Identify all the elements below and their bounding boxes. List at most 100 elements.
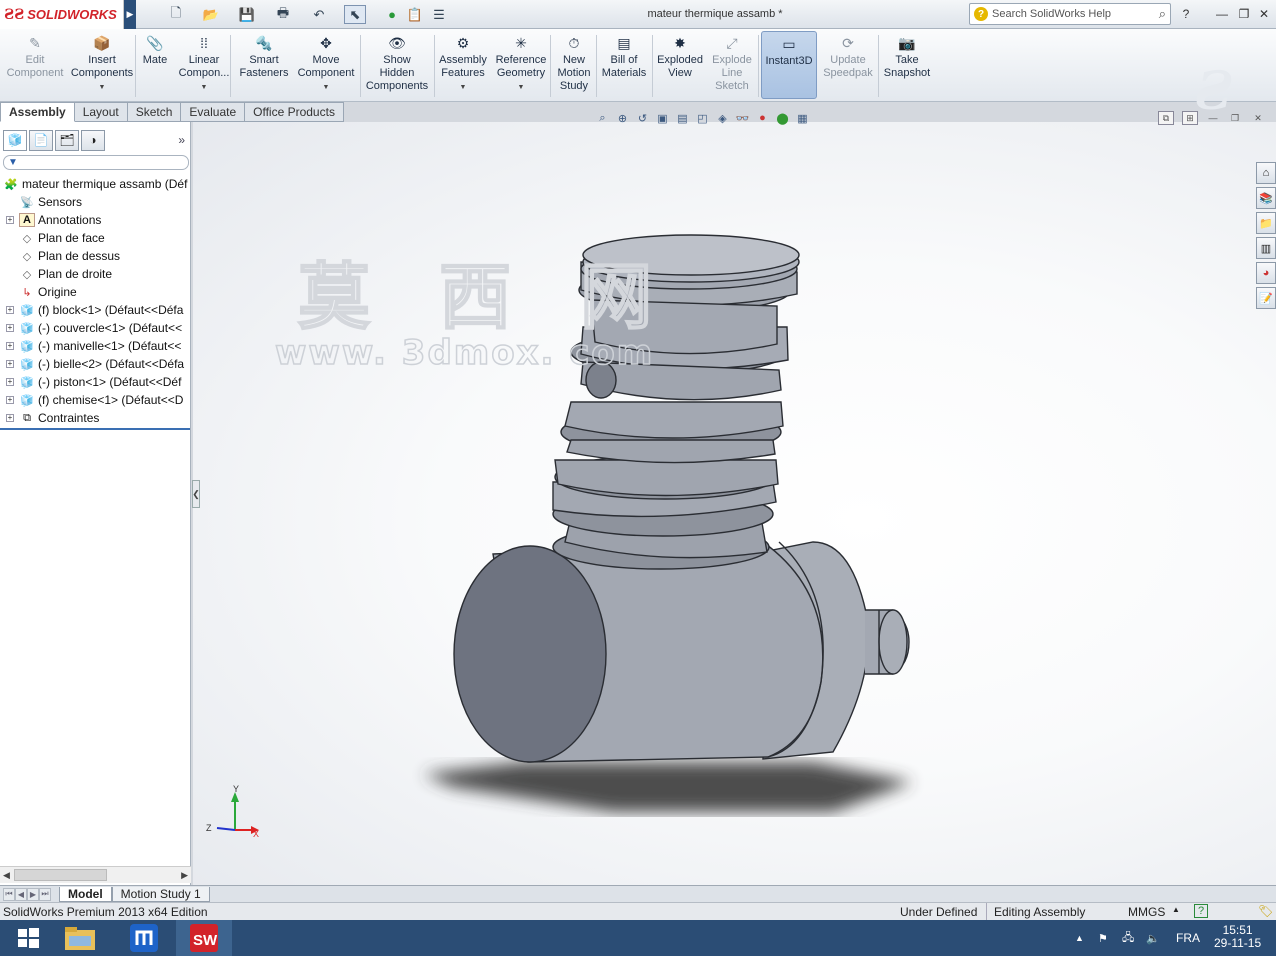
new-motion-study-button[interactable]: ⏱ New Motion Study [555,31,593,99]
file-explorer-icon[interactable]: 📁 [1256,212,1276,234]
previous-view-icon[interactable]: ↺ [634,110,651,126]
search-icon[interactable]: ⌕ [1159,6,1166,22]
minimize-icon[interactable]: — [1212,5,1232,23]
assembly-features-button[interactable]: ⚙ Assembly Features ▼ [437,31,489,99]
input-language[interactable]: FRA [1176,920,1200,956]
viewport-split-icon[interactable]: ⧉ [1158,111,1174,125]
menu-flyout-arrow-icon[interactable]: ▶ [124,0,136,29]
display-manager-tab-icon[interactable]: ◑ [81,129,105,151]
next-tab-icon[interactable]: ▶ [27,887,39,901]
units-arrow-icon[interactable]: ▲ [1172,905,1180,914]
tree-item[interactable]: + 🧊 (f) block<1> (Défaut<<Défa [0,301,191,319]
close-icon[interactable]: ✕ [1254,5,1274,23]
doc-close-icon[interactable]: ✕ [1250,111,1266,125]
save-icon[interactable]: 💾 [236,5,258,24]
system-clock[interactable]: 15:51 29-11-15 [1214,924,1261,950]
tree-root[interactable]: 🧩 mateur thermique assamb (Déf [0,175,191,193]
explode-line-sketch-button[interactable]: ⤢ Explode Line Sketch [708,31,756,99]
prev-tab-icon[interactable]: ◀ [15,887,27,901]
tab-motion-study-1[interactable]: Motion Study 1 [111,886,210,902]
edit-appearance-icon[interactable]: ● [754,110,771,126]
quick-tips-button[interactable]: ? [1194,904,1208,918]
tag-icon[interactable]: 🏷 [1258,904,1273,918]
tree-item[interactable]: + 🧊 (-) couvercle<1> (Défaut<< [0,319,191,337]
tab-model[interactable]: Model [59,886,112,902]
view-orientation-icon[interactable]: ◰ [694,110,711,126]
volume-icon[interactable]: 🔈 [1146,920,1160,956]
take-snapshot-button[interactable]: 📷 Take Snapshot [878,31,936,99]
last-tab-icon[interactable]: ⏭ [39,887,51,901]
select-pointer-icon[interactable]: ⬉ [344,5,366,24]
restore-icon[interactable]: ❐ [1234,5,1254,23]
expand-icon[interactable]: + [6,306,14,314]
rollback-bar[interactable] [0,428,190,430]
insert-components-button[interactable]: 📦 Insert Components ▼ [70,31,134,99]
scroll-left-icon[interactable]: ◀ [3,870,10,881]
appearances-icon[interactable]: ◕ [1256,262,1276,284]
view-palette-icon[interactable]: ▥ [1256,237,1276,259]
reference-geometry-button[interactable]: ✳ Reference Geometry ▼ [492,31,550,99]
expand-panel-icon[interactable]: » [178,133,185,147]
action-center-icon[interactable]: ⚑ [1098,920,1108,956]
dropdown-arrow-icon[interactable]: ▼ [201,81,208,94]
engine-block[interactable] [453,541,910,763]
edit-component-button[interactable]: ✎ Edit Component [2,31,68,99]
tab-office-products[interactable]: Office Products [245,102,344,122]
panel-splitter-handle[interactable]: ❮ [192,480,200,508]
first-tab-icon[interactable]: ⏮ [3,887,15,901]
featuremanager-tab-icon[interactable]: 🧊 [3,129,27,151]
rebuild-icon[interactable]: ● [381,5,403,24]
windows-start-icon[interactable] [0,920,56,956]
viewport-link-icon[interactable]: ⊞ [1182,111,1198,125]
instant3d-button[interactable]: ▭ Instant3D [761,31,817,99]
exploded-view-button[interactable]: ✸ Exploded View [654,31,706,99]
dropdown-arrow-icon[interactable]: ▼ [99,81,106,94]
expand-icon[interactable]: + [6,360,14,368]
tab-assembly[interactable]: Assembly [0,102,75,122]
tray-overflow-icon[interactable]: ▲ [1075,920,1084,956]
dropdown-arrow-icon[interactable]: ▼ [518,81,525,94]
file-properties-icon[interactable]: 📋 [404,5,426,24]
tree-filter-input[interactable]: ▼ [3,155,189,170]
tree-item[interactable]: + 🧊 (f) chemise<1> (Défaut<<D [0,391,191,409]
tree-item[interactable]: + 🧊 (-) piston<1> (Défaut<<Déf [0,373,191,391]
expand-icon[interactable]: + [6,342,14,350]
tree-item[interactable]: + A Annotations [0,211,191,229]
tab-sketch[interactable]: Sketch [127,102,182,122]
zoom-to-area-icon[interactable]: ⊕ [614,110,631,126]
panel-horizontal-scrollbar[interactable]: ◀ ▶ [0,866,191,883]
bill-of-materials-button[interactable]: ▤ Bill of Materials [598,31,650,99]
expand-icon[interactable]: + [6,324,14,332]
custom-properties-icon[interactable]: 📝 [1256,287,1276,309]
expand-icon[interactable]: + [6,396,14,404]
dropdown-arrow-icon[interactable]: ▼ [460,81,467,94]
new-document-icon[interactable]: 🗋 [165,5,187,24]
solidworks-taskbar-icon[interactable]: SW [176,920,232,956]
display-style-icon[interactable]: ◈ [714,110,731,126]
unit-system-selector[interactable]: MMGS [1128,905,1165,919]
tree-item[interactable]: + ⧉ Contraintes [0,409,191,427]
mate-button[interactable]: 📎 Mate [137,31,173,99]
expand-icon[interactable]: + [6,378,14,386]
options-icon[interactable]: ☰ [428,5,450,24]
help-search-input[interactable]: ? Search SolidWorks Help ⌕ [969,3,1171,25]
configurationmanager-tab-icon[interactable]: 🗂 [55,129,79,151]
propertymanager-tab-icon[interactable]: 📄 [29,129,53,151]
design-library-icon[interactable]: 📚 [1256,187,1276,209]
undo-icon[interactable]: ↶ [308,5,330,24]
print-icon[interactable]: 🖶 [272,5,294,24]
dropdown-arrow-icon[interactable]: ▼ [323,81,330,94]
show-hidden-components-button[interactable]: 👁 Show Hidden Components [362,31,432,99]
doc-minimize-icon[interactable]: — [1205,111,1221,125]
scroll-right-icon[interactable]: ▶ [181,870,188,881]
solidworks-resources-icon[interactable]: ⌂ [1256,162,1276,184]
tree-item[interactable]: ◇ Plan de face [0,229,191,247]
tree-item[interactable]: ↳ Origine [0,283,191,301]
tab-layout[interactable]: Layout [74,102,128,122]
tree-item[interactable]: + 🧊 (-) bielle<2> (Défaut<<Défa [0,355,191,373]
hide-show-items-icon[interactable]: 👓 [734,110,751,126]
move-component-button[interactable]: ✥ Move Component ▼ [295,31,357,99]
tree-item[interactable]: + 🧊 (-) manivelle<1> (Défaut<< [0,337,191,355]
tab-evaluate[interactable]: Evaluate [181,102,246,122]
view-settings-icon[interactable]: ▦ [794,110,811,126]
